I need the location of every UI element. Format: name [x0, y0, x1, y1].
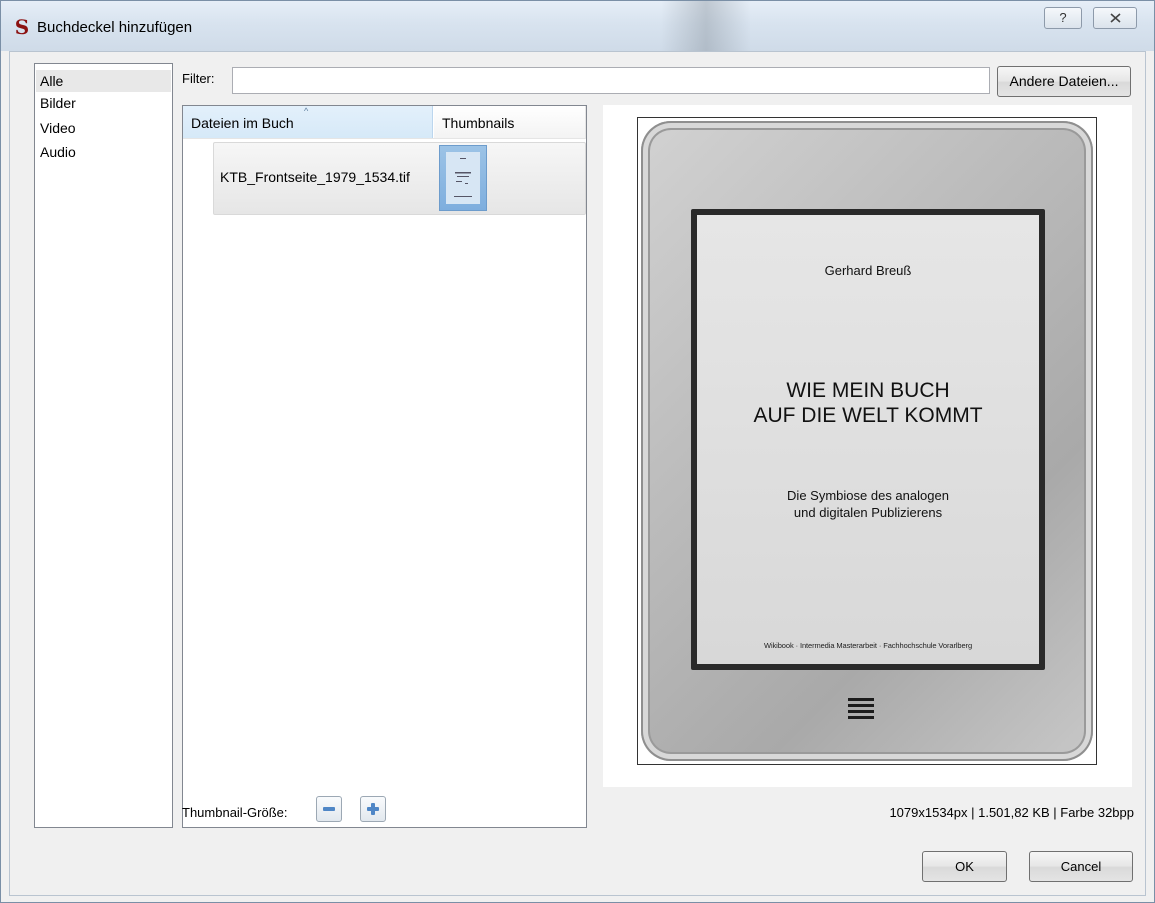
other-files-button[interactable]: Andere Dateien...	[997, 66, 1131, 97]
category-list[interactable]: Alle Bilder Video Audio	[34, 63, 173, 828]
ereader-home-icon	[848, 698, 874, 720]
window-title: Buchdeckel hinzufügen	[37, 19, 193, 36]
file-row[interactable]: KTB_Frontseite_1979_1534.tif	[213, 142, 586, 215]
title-bar[interactable]: S Buchdeckel hinzufügen ?	[1, 1, 1154, 51]
file-list[interactable]: ^ Dateien im Buch Thumbnails KTB_Frontse…	[182, 105, 587, 828]
close-icon	[1109, 13, 1121, 23]
filter-label: Filter:	[182, 71, 215, 86]
help-button[interactable]: ?	[1044, 7, 1082, 29]
cover-title: WIE MEIN BUCH AUF DIE WELT KOMMT	[697, 378, 1039, 428]
app-logo-icon: S	[14, 15, 30, 39]
file-list-header: ^ Dateien im Buch Thumbnails	[183, 106, 586, 139]
category-item-video[interactable]: Video	[40, 117, 76, 139]
close-button[interactable]	[1093, 7, 1137, 29]
category-item-all[interactable]: Alle	[36, 70, 171, 92]
column-header-thumbnails-label: Thumbnails	[442, 115, 515, 131]
image-info-status: 1079x1534px | 1.501,82 KB | Farbe 32bpp	[889, 805, 1134, 820]
cover-subtitle: Die Symbiose des analogen und digitalen …	[697, 487, 1039, 521]
category-item-images[interactable]: Bilder	[40, 92, 76, 114]
column-header-thumbnails[interactable]: Thumbnails	[434, 106, 586, 138]
cover-subtitle-line-1: Die Symbiose des analogen	[787, 488, 949, 503]
cover-title-line-2: AUF DIE WELT KOMMT	[753, 404, 983, 427]
minus-icon	[323, 807, 335, 811]
thumbnail-size-label: Thumbnail-Größe:	[182, 805, 288, 820]
help-icon: ?	[1059, 10, 1067, 25]
book-cover-preview: Gerhard Breuß WIE MEIN BUCH AUF DIE WELT…	[697, 215, 1039, 664]
column-header-files-label: Dateien im Buch	[191, 115, 294, 131]
thumbnail-larger-button[interactable]	[360, 796, 386, 822]
cover-author: Gerhard Breuß	[824, 263, 912, 278]
file-thumbnail	[439, 145, 487, 211]
file-name: KTB_Frontseite_1979_1534.tif	[220, 169, 410, 185]
ok-button[interactable]: OK	[922, 851, 1007, 882]
filter-input[interactable]	[232, 67, 990, 94]
cover-footer: Wikibook · Intermedia Masterarbeit · Fac…	[763, 641, 973, 650]
category-item-audio[interactable]: Audio	[40, 141, 76, 163]
cancel-button[interactable]: Cancel	[1029, 851, 1133, 882]
titlebar-glass	[661, 1, 751, 51]
thumbnail-smaller-button[interactable]	[316, 796, 342, 822]
cover-title-line-1: WIE MEIN BUCH	[786, 379, 950, 402]
sort-ascending-icon: ^	[304, 106, 309, 116]
plus-icon	[367, 803, 379, 815]
column-header-files[interactable]: ^ Dateien im Buch	[183, 106, 433, 138]
cover-subtitle-line-2: und digitalen Publizierens	[793, 505, 943, 520]
thumbnail-page-icon	[446, 152, 480, 204]
